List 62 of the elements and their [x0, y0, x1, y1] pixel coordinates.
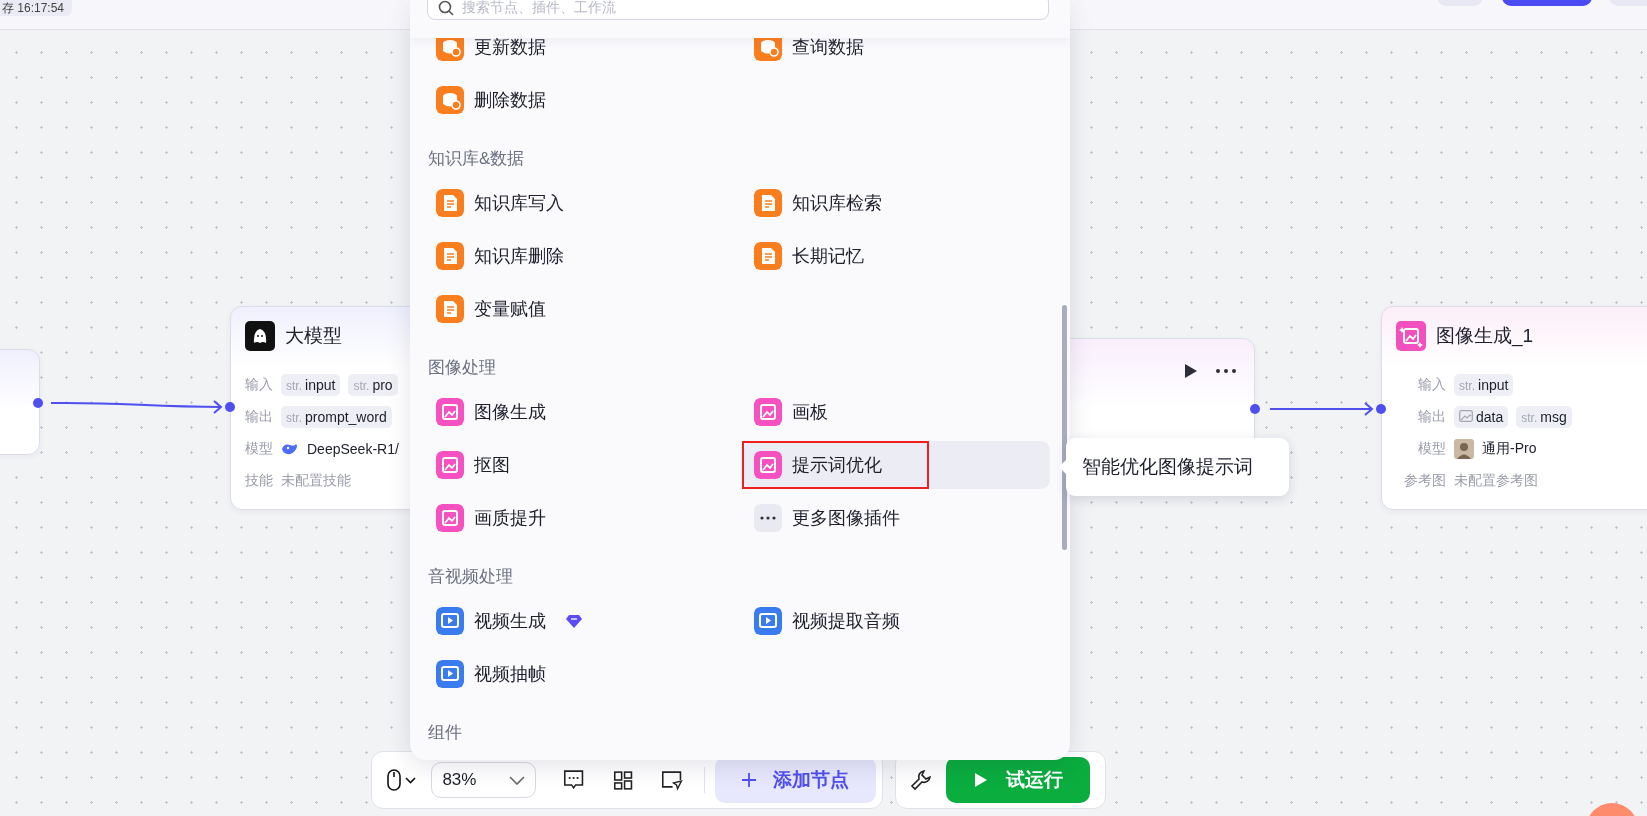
field-label: 模型 [1417, 440, 1446, 458]
menu-item[interactable]: 查询数据 [744, 38, 1050, 71]
port-handle[interactable] [1250, 404, 1260, 414]
menu-item[interactable]: 画板 [744, 388, 1050, 436]
menu-item[interactable]: 视频抽帧 [426, 650, 744, 698]
play-icon[interactable] [1184, 363, 1198, 379]
menu-item[interactable]: 删除数据 [426, 76, 744, 124]
section-heading: 音视频处理 [427, 565, 514, 588]
image-icon [1396, 321, 1426, 351]
field-label: 输入 [245, 376, 273, 394]
param-tag: str. msg [1516, 406, 1572, 428]
field-label: 输出 [1417, 408, 1446, 426]
field-label: 输出 [245, 408, 273, 426]
param-tag: str. pro [348, 374, 398, 396]
mouse-icon [387, 769, 402, 791]
param-tag: str. input [1454, 374, 1514, 396]
caret-icon [508, 775, 525, 785]
section-heading: 组件 [427, 721, 463, 744]
whale-icon [281, 442, 299, 456]
param-tag: str. prompt_word [281, 406, 392, 428]
menu-item[interactable]: 视频提取音频 [744, 597, 1050, 645]
menu-item[interactable]: 提示词优化 [744, 441, 1050, 489]
avatar-icon [1454, 439, 1474, 459]
param-tag: data [1454, 406, 1509, 428]
node-card[interactable]: 图像生成_1 输入 str. input 输出 data str. msg 模型 通用-Pro 参考图 未配置参考图 [1381, 306, 1647, 510]
more-icon [754, 504, 782, 532]
caret-icon [405, 776, 417, 784]
menu-item[interactable]: 长期记忆 [744, 232, 1050, 280]
play-icon [973, 772, 988, 788]
menu-item[interactable]: 更多图像插件 [744, 494, 1050, 542]
search-field[interactable]: 搜索节点、插件、工作流 [427, 0, 1049, 20]
plus-icon [741, 772, 758, 788]
tooltip: 智能优化图像提示词 [1066, 438, 1289, 496]
model-name: 通用-Pro [1482, 440, 1537, 458]
field-label: 模型 [245, 440, 273, 458]
menu-item[interactable]: 更新数据 [426, 38, 744, 71]
param-tag: str. input [281, 374, 341, 396]
field-label: 输入 [1417, 376, 1446, 394]
section-heading: 知识库&数据 [427, 147, 526, 170]
port-handle[interactable] [33, 398, 43, 408]
scrollbar[interactable] [1062, 305, 1067, 550]
wrench-icon[interactable] [910, 769, 932, 791]
menu-item[interactable]: 知识库检索 [744, 179, 1050, 227]
node-title: 大模型 [285, 324, 342, 348]
add-node-button[interactable]: 添加节点 [714, 757, 876, 803]
port-handle[interactable] [1376, 404, 1386, 414]
field-label: 技能 [245, 472, 273, 490]
node-title: 图像生成_1 [1436, 324, 1534, 349]
image-icon [1459, 410, 1473, 422]
save-status: 存 16:17:54 [0, 0, 73, 16]
ghost-icon [245, 321, 275, 351]
node-card[interactable] [0, 349, 40, 455]
menu-item[interactable]: 视频生成 [426, 597, 744, 645]
zoom-select[interactable]: 83% [431, 762, 536, 798]
search-icon [438, 0, 454, 16]
model-name: DeepSeek-R1/ [307, 441, 399, 457]
menu-item[interactable]: 知识库删除 [426, 232, 744, 280]
more-icon[interactable] [1216, 369, 1236, 373]
field-value: 未配置技能 [281, 472, 351, 490]
field-label: 参考图 [1403, 472, 1446, 490]
menu-item[interactable]: 知识库写入 [426, 179, 744, 227]
port-handle[interactable] [225, 402, 235, 412]
